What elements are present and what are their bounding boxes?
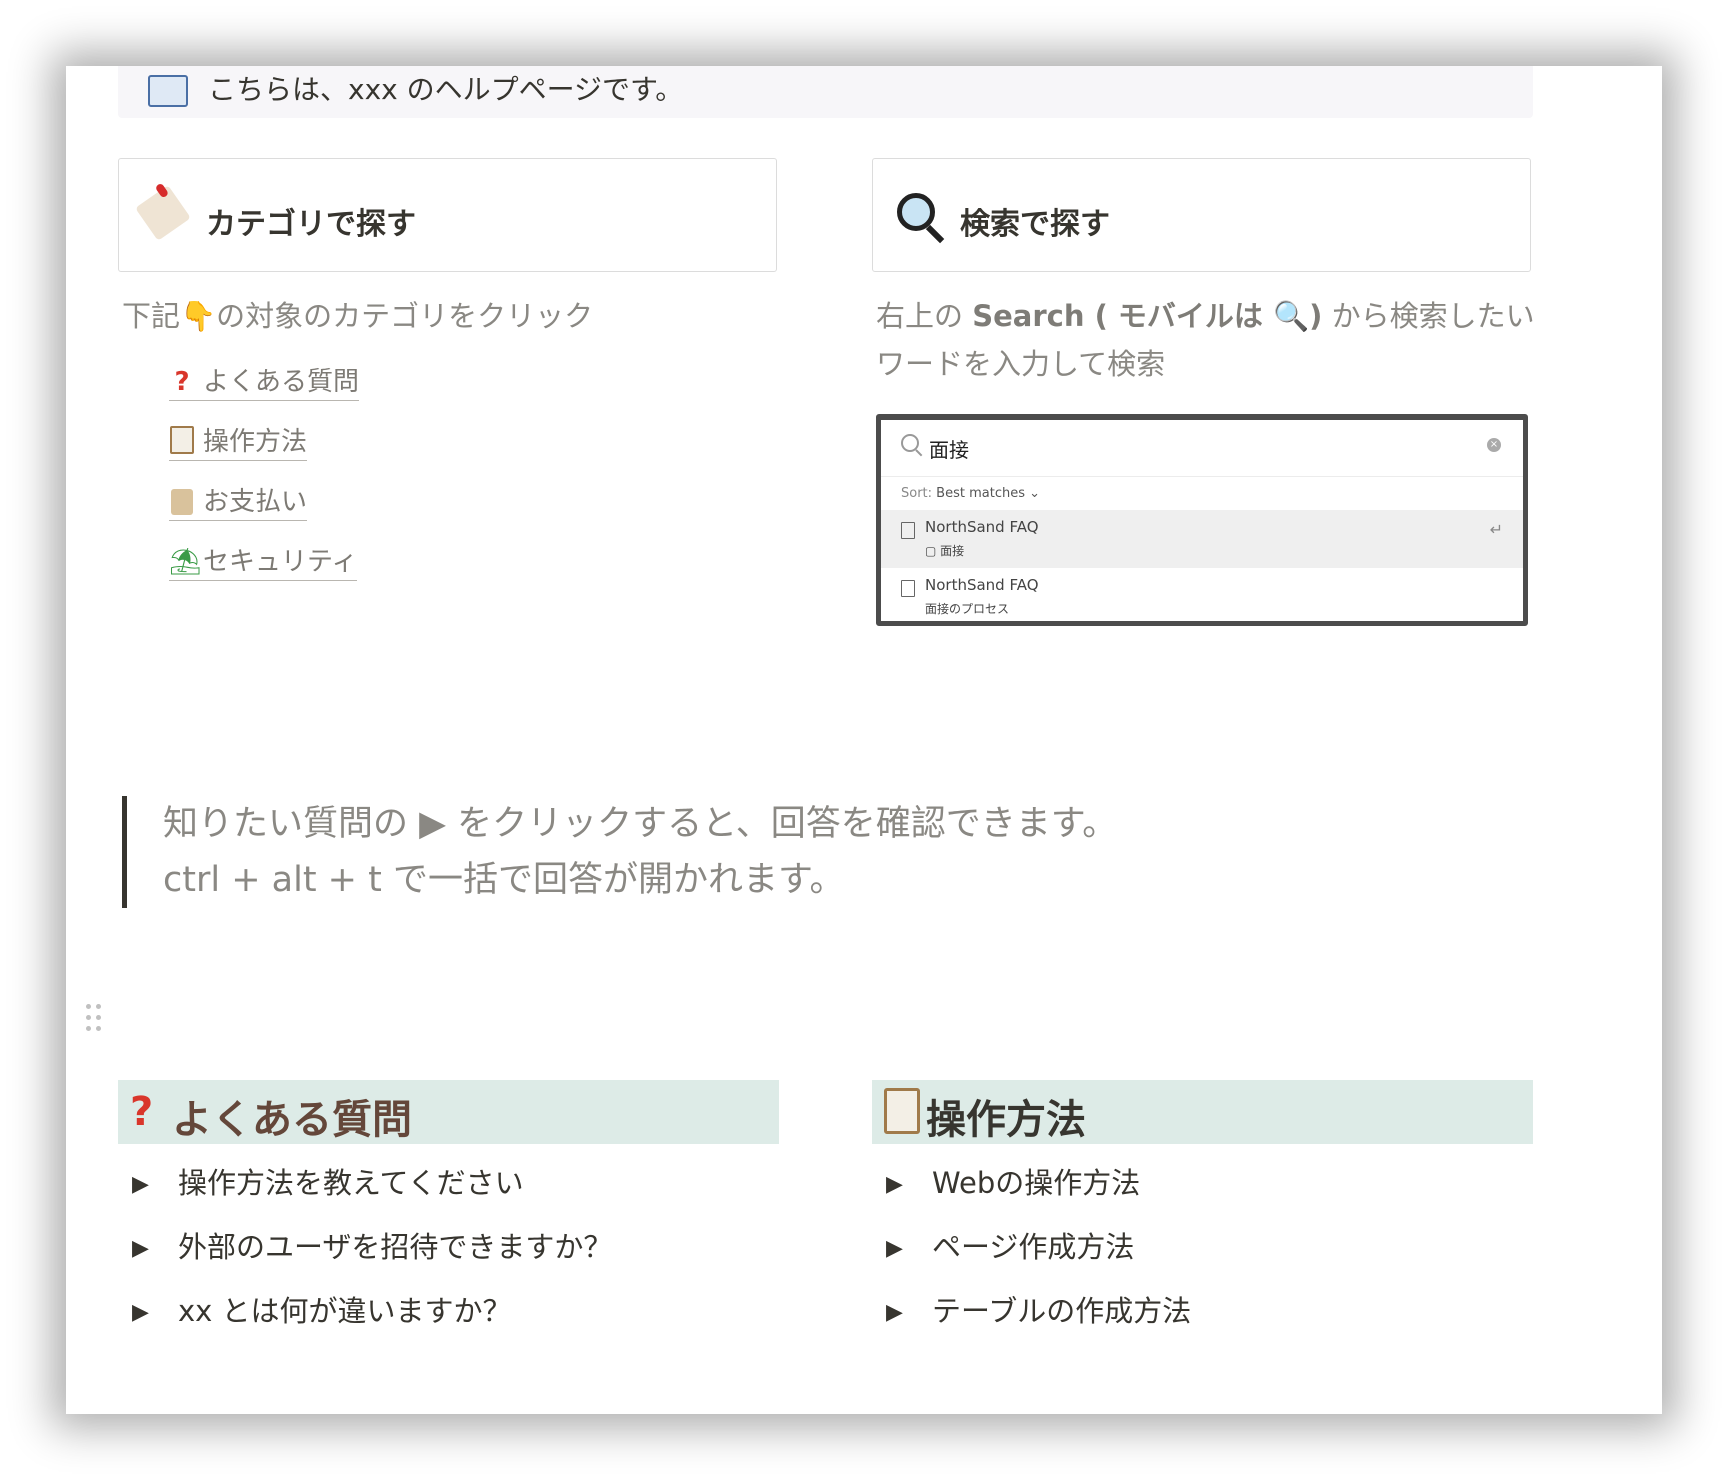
sort-label: Sort: Best matches ⌄ [901, 486, 1041, 501]
category-link-faq[interactable]: ? よくある質問 [169, 361, 360, 401]
faq-toggle-item[interactable]: ▶ 操作方法を教えてください [132, 1160, 524, 1202]
howto-toggle-item[interactable]: ▶ テーブルの作成方法 [886, 1288, 1191, 1330]
pointing-down-icon: 👇 [180, 299, 217, 333]
howto-heading: 操作方法 [872, 1080, 1533, 1144]
category-link-payment[interactable]: お支払い [169, 481, 308, 521]
scroll-icon [169, 487, 195, 517]
toggle-triangle-icon[interactable]: ▶ [132, 1236, 156, 1261]
callout-text: こちらは、xxx のヘルプページです。 [148, 68, 683, 108]
faq-toggle-item[interactable]: ▶ 外部のユーザを招待できますか？ [132, 1224, 612, 1266]
faq-toggle-item[interactable]: ▶ xx とは何が違いますか？ [132, 1288, 512, 1330]
category-card[interactable]: カテゴリで探す [118, 158, 777, 272]
search-bar: 面接 × [881, 420, 1523, 477]
toggle-triangle-icon[interactable]: ▶ [886, 1172, 910, 1197]
search-result: NorthSand FAQ ▢ 面接 ↵ [881, 510, 1523, 568]
category-link-howto[interactable]: 操作方法 [169, 421, 308, 461]
toggle-triangle-icon[interactable]: ▶ [132, 1300, 156, 1325]
instruction-quote: 知りたい質問の ▶ をクリックすると、回答を確認できます。 ctrl + alt… [122, 796, 1117, 908]
category-card-title: カテゴリで探す [206, 207, 416, 242]
drag-handle-icon[interactable] [86, 1004, 102, 1034]
search-result: NorthSand FAQ 面接のプロセス [881, 568, 1523, 626]
category-description: 下記👇の対象のカテゴリをクリック [122, 292, 593, 340]
clipboard-icon [169, 426, 195, 457]
toggle-triangle-icon[interactable]: ▶ [132, 1172, 156, 1197]
intro-callout: こちらは、xxx のヘルプページです。 [118, 66, 1533, 118]
category-link-security[interactable]: ⛱セキュリティ [169, 541, 358, 581]
book-icon [148, 75, 188, 107]
document-icon [901, 522, 915, 539]
question-mark-icon: ? [130, 1089, 154, 1135]
search-card[interactable]: 検索で探す [872, 158, 1531, 272]
document-icon [901, 580, 915, 597]
enter-icon: ↵ [1489, 520, 1503, 539]
search-description: 右上の Search ( モバイルは 🔍) から検索したい ワードを入力して検索 [876, 299, 1535, 381]
question-mark-icon: ? [174, 367, 190, 397]
search-card-title: 検索で探す [960, 207, 1110, 242]
clipboard-icon [884, 1088, 920, 1145]
howto-toggle-item[interactable]: ▶ ページ作成方法 [886, 1224, 1134, 1266]
tag-icon [135, 185, 191, 241]
faq-heading: ? よくある質問 [118, 1080, 779, 1144]
magnifier-icon [897, 193, 935, 231]
howto-toggle-item[interactable]: ▶ Webの操作方法 [886, 1160, 1140, 1202]
clear-icon: × [1487, 438, 1501, 452]
notion-window: こちらは、xxx のヘルプページです。 カテゴリで探す 検索で探す 下記👇の対象… [66, 66, 1662, 1414]
toggle-triangle-icon[interactable]: ▶ [886, 1300, 910, 1325]
search-query: 面接 [929, 438, 969, 462]
search-screenshot: 面接 × Sort: Best matches ⌄ NorthSand FAQ … [876, 414, 1528, 626]
toggle-triangle-icon[interactable]: ▶ [886, 1236, 910, 1261]
island-icon: ⛱ [169, 547, 203, 577]
search-icon [901, 434, 919, 452]
